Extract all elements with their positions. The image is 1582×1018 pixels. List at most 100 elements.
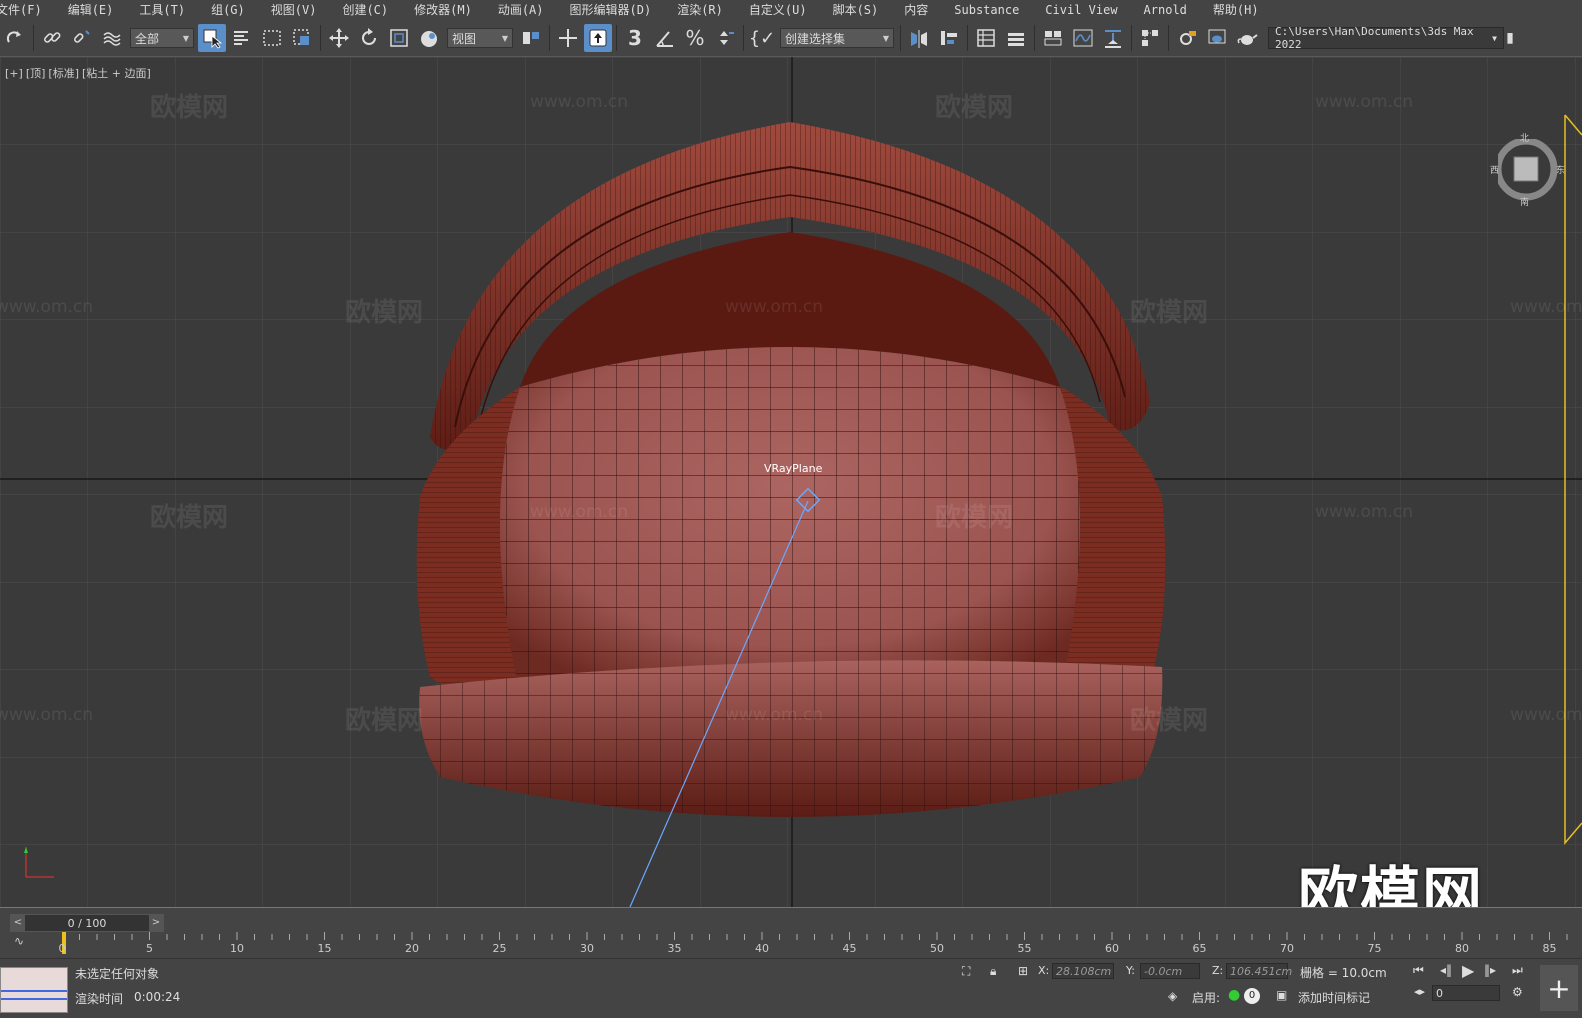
rendered-frame-window-button[interactable] — [1203, 24, 1231, 52]
toolbar-separator — [1131, 25, 1132, 51]
previous-frame-icon[interactable]: ◂‖ — [1440, 963, 1452, 977]
menu-item-13[interactable]: Substance — [941, 0, 1032, 20]
play-icon[interactable]: ▶ — [1462, 961, 1474, 980]
viewport-label-part[interactable]: [+] — [5, 67, 23, 80]
select-object-button[interactable] — [198, 24, 226, 52]
window-crossing-button[interactable] — [288, 24, 316, 52]
scale-button[interactable] — [385, 24, 413, 52]
absolute-mode-icon[interactable]: ⊞ — [1018, 964, 1028, 978]
select-by-name-button[interactable] — [228, 24, 256, 52]
menu-item-12[interactable]: 内容 — [891, 0, 941, 20]
isolate-selection-icon[interactable]: ⛶ — [962, 964, 970, 979]
track-bar-tick-label: 80 — [1455, 942, 1469, 955]
unlink-button[interactable] — [68, 24, 96, 52]
menu-item-8[interactable]: 图形编辑器(D) — [557, 0, 665, 20]
adaptive-degradation-icon[interactable]: ◈ — [1168, 989, 1177, 1003]
mirror-button[interactable] — [905, 24, 933, 52]
project-path-dropdown[interactable]: C:\Users\Han\Documents\3ds Max 2022 ▼ — [1268, 25, 1504, 51]
x-coord-label: X: — [1038, 964, 1050, 977]
scene-explorer-icon — [977, 29, 995, 47]
place-button[interactable] — [415, 24, 443, 52]
viewport-label[interactable]: [+] [顶] [标准] [粘土 + 边面] — [5, 65, 154, 81]
angle-snap-toggle[interactable] — [651, 24, 679, 52]
viewcube[interactable]: 北 西 东 南 — [1490, 134, 1566, 208]
menu-item-4[interactable]: 视图(V) — [258, 0, 330, 20]
main-toolbar: 全部 ▼ 视图 ▼ 3 % {✓ 创建选择集 ▼ C:\Users\Han\Docum… — [0, 20, 1582, 57]
selection-filter-dropdown[interactable]: 全部 ▼ — [130, 28, 194, 48]
current-frame-field[interactable]: 0 — [1432, 985, 1500, 1001]
curve-editor-button[interactable] — [1069, 24, 1097, 52]
top-viewport[interactable]: [+] [顶] [标准] [粘土 + 边面] VRayPlane 北 西 东 南 欧模… — [0, 57, 1582, 907]
lock-icon[interactable]: 🔒︎ — [990, 964, 996, 979]
chevron-down-icon: ▼ — [1492, 33, 1497, 43]
add-button[interactable]: + — [1540, 965, 1578, 1011]
viewport-label-part[interactable]: [标准] — [48, 67, 79, 80]
track-bar[interactable]: 0 5 10 15 20 25 30 35 40 45 50 55 60 65 70 75 80 85 — [59, 932, 1572, 956]
next-frame-icon[interactable]: ‖▸ — [1484, 963, 1496, 977]
bind-spacewarp-button[interactable] — [98, 24, 126, 52]
menu-item-10[interactable]: 自定义(U) — [736, 0, 820, 20]
z-coord-label: Z: — [1212, 964, 1224, 977]
maxscript-listener-mini[interactable] — [0, 967, 68, 1013]
menu-item-7[interactable]: 动画(A) — [485, 0, 557, 20]
select-manipulate-button[interactable] — [554, 24, 582, 52]
go-to-start-icon[interactable]: ⏮ — [1413, 963, 1424, 978]
mini-curve-editor-button[interactable]: ∿ — [14, 934, 42, 952]
scene-explorer-button[interactable] — [972, 24, 1000, 52]
spacewarp-icon — [103, 32, 121, 46]
menu-item-6[interactable]: 修改器(M) — [401, 0, 485, 20]
link-button[interactable] — [38, 24, 66, 52]
move-icon — [329, 28, 349, 48]
material-editor-button[interactable] — [1136, 24, 1164, 52]
redo-button[interactable] — [1, 24, 29, 52]
add-time-tag-button[interactable]: 添加时间标记 — [1298, 989, 1370, 1006]
spinner-snap-toggle[interactable] — [711, 24, 739, 52]
viewport-label-part[interactable]: [顶] — [26, 67, 46, 80]
align-button[interactable] — [935, 24, 963, 52]
menu-item-2[interactable]: 工具(T) — [126, 0, 198, 20]
viewport-label-part[interactable]: [粘土 + 边面] — [82, 67, 151, 80]
ribbon-toggle-button[interactable] — [1039, 24, 1067, 52]
percent-snap-toggle[interactable]: % — [681, 24, 709, 52]
menu-item-9[interactable]: 渲染(R) — [664, 0, 736, 20]
viewcube-north-label: 北 — [1520, 134, 1530, 144]
chevron-left-icon[interactable]: < — [11, 915, 25, 931]
rotate-button[interactable] — [355, 24, 383, 52]
time-slider[interactable]: < 0 / 100 > — [10, 914, 164, 932]
render-setup-button[interactable] — [1173, 24, 1201, 52]
edit-named-selection-button[interactable]: {✓ — [748, 24, 776, 52]
render-production-button[interactable] — [1233, 24, 1261, 52]
menu-item-5[interactable]: 创建(C) — [329, 0, 401, 20]
chevron-right-icon[interactable]: > — [148, 915, 163, 931]
y-coord-field[interactable]: -0.0cm — [1140, 963, 1200, 979]
pivot-center-button[interactable] — [517, 24, 545, 52]
time-tag-icon[interactable]: ▣ — [1276, 988, 1287, 1002]
time-config-icon[interactable]: ⚙ — [1512, 985, 1523, 999]
toolbar-separator — [900, 25, 901, 51]
menu-item-14[interactable]: Civil View — [1032, 0, 1130, 20]
schematic-view-button[interactable] — [1099, 24, 1127, 52]
x-coord-field[interactable]: 28.108cm — [1052, 963, 1114, 979]
watermark-text: 欧模网 — [150, 503, 229, 533]
menu-item-11[interactable]: 脚本(S) — [820, 0, 892, 20]
layer-explorer-button[interactable] — [1002, 24, 1030, 52]
snaps-toggle[interactable]: 3 — [621, 24, 649, 52]
toolbar-overflow-button[interactable]: ▮ — [1505, 24, 1515, 52]
menu-item-1[interactable]: 编辑(E) — [55, 0, 127, 20]
keyboard-shortcut-toggle[interactable] — [584, 24, 612, 52]
z-coord-field[interactable]: 106.451cm — [1226, 963, 1292, 979]
menu-item-0[interactable]: 文件(F) — [0, 0, 55, 20]
viewcube-east-label: 东 — [1556, 166, 1566, 176]
menu-item-15[interactable]: Arnold — [1131, 0, 1200, 20]
move-button[interactable] — [325, 24, 353, 52]
menu-item-16[interactable]: 帮助(H) — [1200, 0, 1272, 20]
reference-coord-dropdown[interactable]: 视图 ▼ — [447, 28, 513, 48]
menu-item-3[interactable]: 组(G) — [198, 0, 258, 20]
keyboard-shortcut-icon — [589, 29, 607, 47]
go-to-end-icon[interactable]: ⏭ — [1512, 963, 1523, 978]
track-bar-tick-label: 40 — [755, 942, 769, 955]
named-selection-set-dropdown[interactable]: 创建选择集 ▼ — [780, 28, 894, 48]
watermark-text: 欧模网 — [935, 93, 1014, 123]
rect-selection-button[interactable] — [258, 24, 286, 52]
reference-coord-value: 视图 — [452, 31, 477, 46]
